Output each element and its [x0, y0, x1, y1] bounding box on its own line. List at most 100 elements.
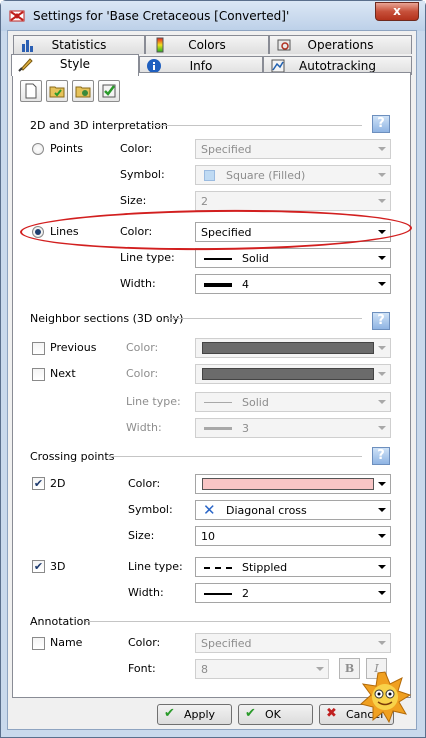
bar-chart-icon — [22, 40, 33, 52]
cross-icon: ✖ — [326, 706, 337, 721]
crossing-2d-color-select[interactable] — [195, 474, 391, 494]
crossing-3d-checkbox[interactable]: ✔ — [32, 560, 45, 573]
title-bar[interactable]: Settings for 'Base Cretaceous [Converted… — [1, 1, 425, 31]
points-symbol-select[interactable]: Square (Filled) — [195, 165, 391, 185]
help-icon[interactable]: ? — [372, 115, 390, 133]
name-label: Name — [50, 636, 83, 649]
chevron-down-icon — [378, 147, 386, 151]
chevron-down-icon — [378, 400, 386, 404]
solid-line-icon — [204, 402, 232, 403]
annotation-color-label: Color: — [128, 636, 161, 649]
chevron-down-icon — [378, 565, 386, 569]
color-swatch — [202, 478, 374, 490]
help-icon[interactable]: ? — [372, 447, 390, 465]
chevron-down-icon — [378, 256, 386, 260]
close-button[interactable]: x — [375, 2, 419, 21]
previous-checkbox[interactable] — [32, 342, 45, 355]
crossing-3d-linetype-label: Line type: — [128, 560, 183, 573]
chevron-down-icon — [316, 667, 324, 671]
apply-button[interactable]: ✔ Apply — [157, 704, 232, 725]
tab-label: Statistics — [51, 38, 107, 52]
ok-button[interactable]: ✔ OK — [238, 704, 313, 725]
operations-icon — [277, 39, 291, 51]
crossing-3d-linetype-select[interactable]: Stippled — [195, 557, 391, 577]
crossing-3d-width-label: Width: — [128, 586, 164, 599]
section-title-annotation: Annotation — [30, 615, 91, 628]
points-symbol-label: Symbol: — [120, 168, 165, 181]
help-icon[interactable]: ? — [372, 312, 390, 330]
lines-label: Lines — [50, 225, 79, 238]
previous-color-select[interactable] — [195, 338, 391, 358]
next-color-select[interactable] — [195, 364, 391, 384]
previous-color-label: Color: — [126, 341, 159, 354]
tab-operations[interactable]: Operations — [269, 35, 412, 54]
lines-radio[interactable] — [32, 226, 44, 238]
next-color-label: Color: — [126, 367, 159, 380]
points-size-select[interactable]: 2 — [195, 191, 391, 211]
next-checkbox[interactable] — [32, 368, 45, 381]
tab-style[interactable]: Style — [11, 54, 139, 76]
points-label: Points — [50, 142, 84, 155]
lines-color-select[interactable]: Specified — [195, 222, 391, 242]
square-symbol-icon — [204, 170, 215, 181]
apply-style-icon[interactable] — [98, 80, 120, 102]
points-radio[interactable] — [32, 143, 44, 155]
crossing-3d-width-select[interactable]: 2 — [195, 583, 391, 603]
sun-mascot-icon — [359, 671, 412, 724]
chevron-down-icon — [378, 508, 386, 512]
section-divider — [108, 456, 362, 457]
annotation-font-label: Font: — [128, 662, 156, 675]
tab-label: Info — [189, 59, 213, 73]
section-divider — [150, 125, 362, 126]
lines-width-label: Width: — [120, 277, 156, 290]
bold-button[interactable]: B — [339, 658, 360, 679]
section-divider — [86, 621, 390, 622]
tab-colors[interactable]: Colors — [145, 35, 269, 54]
line-width-icon — [204, 427, 232, 430]
chevron-down-icon — [378, 641, 386, 645]
lines-linetype-select[interactable]: Solid — [195, 248, 391, 268]
crossing-2d-checkbox[interactable]: ✔ — [32, 477, 45, 490]
lines-width-select[interactable]: 4 — [195, 274, 391, 294]
crossing-2d-symbol-label: Symbol: — [128, 503, 173, 516]
check-icon: ✔ — [245, 706, 256, 721]
points-color-label: Color: — [120, 142, 153, 155]
next-linetype-select[interactable]: Solid — [195, 392, 391, 412]
next-width-label: Width: — [126, 421, 162, 434]
name-checkbox[interactable] — [32, 637, 45, 650]
tab-statistics[interactable]: Statistics — [13, 35, 145, 54]
next-label: Next — [50, 367, 76, 380]
color-swatch — [202, 342, 374, 354]
crossing-2d-color-label: Color: — [128, 477, 161, 490]
chevron-down-icon — [378, 534, 386, 538]
solid-line-icon — [204, 258, 232, 260]
tab-label: Operations — [307, 38, 374, 52]
next-linetype-label: Line type: — [126, 395, 181, 408]
crossing-2d-size-select[interactable]: 10 — [195, 526, 391, 546]
save-folder-icon[interactable] — [72, 80, 94, 102]
annotation-color-select[interactable]: Specified — [195, 633, 391, 653]
chevron-down-icon — [378, 591, 386, 595]
points-size-label: Size: — [120, 194, 147, 207]
font-size-select[interactable]: 8 — [195, 659, 329, 679]
chevron-down-icon — [378, 173, 386, 177]
window-title: Settings for 'Base Cretaceous [Converted… — [33, 9, 290, 23]
crossing-2d-symbol-select[interactable]: ✕ Diagonal cross — [195, 500, 391, 520]
chevron-down-icon — [378, 230, 386, 234]
new-icon[interactable] — [20, 80, 42, 102]
tab-label: Style — [59, 57, 91, 71]
chevron-down-icon — [378, 426, 386, 430]
lines-color-label: Color: — [120, 225, 153, 238]
line-width-icon — [204, 593, 232, 595]
check-icon: ✔ — [164, 706, 175, 721]
open-icon[interactable] — [46, 80, 68, 102]
app-icon — [9, 10, 25, 22]
chevron-down-icon — [378, 346, 386, 350]
next-width-select[interactable]: 3 — [195, 418, 391, 438]
stippled-line-icon — [204, 567, 232, 569]
points-color-select[interactable]: Specified — [195, 139, 391, 159]
brush-icon — [18, 58, 33, 72]
lines-linetype-label: Line type: — [120, 251, 175, 264]
color-swatch — [202, 368, 374, 380]
chevron-down-icon — [378, 282, 386, 286]
